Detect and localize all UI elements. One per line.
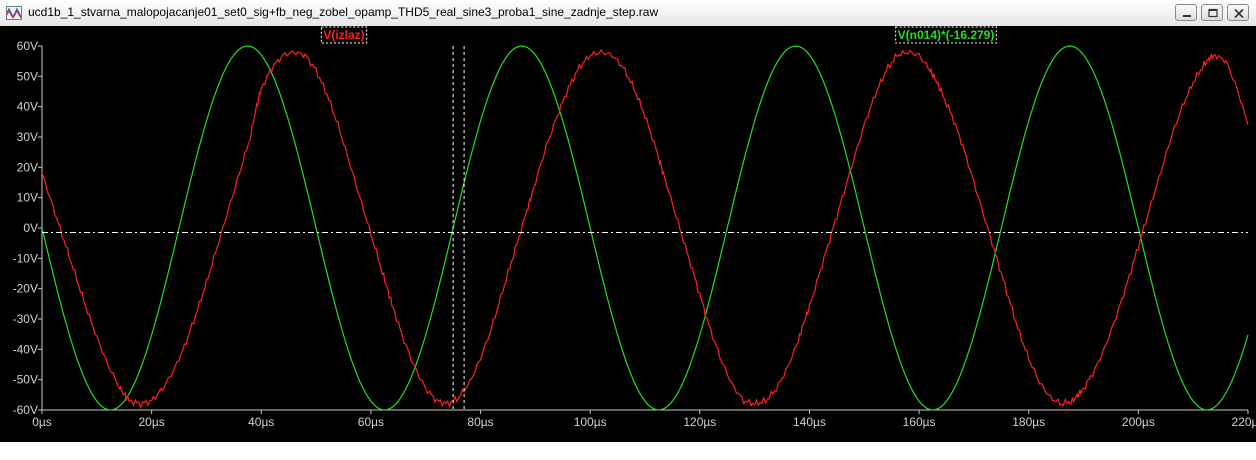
x-tick-label: 100µs	[574, 415, 607, 429]
x-tick-label: 40µs	[248, 415, 274, 429]
y-tick-label: -30V	[13, 312, 38, 326]
title-bar[interactable]: ucd1b_1_stvarna_malopojacanje01_set0_sig…	[0, 0, 1256, 27]
x-tick-label: 200µs	[1122, 415, 1155, 429]
trace-label-green[interactable]: V(n014)*(-16.279)	[898, 28, 995, 42]
waveform-icon	[6, 6, 22, 20]
minimize-button[interactable]	[1175, 4, 1197, 21]
y-tick-label: 40V	[17, 100, 38, 114]
x-tick-label: 220µs	[1232, 415, 1256, 429]
close-icon	[1234, 8, 1244, 19]
trace-label-group[interactable]: V(izlaz) V(n014)*(-16.279)	[320, 26, 997, 44]
plot-pane[interactable]: 60V 50V 40V 30V 20V 10V 0V -10V -20V -30V -40V -50V…	[0, 26, 1256, 442]
y-tick-label: -40V	[13, 342, 38, 356]
x-tick-label: 120µs	[683, 415, 716, 429]
traces-group	[41, 45, 1249, 411]
y-tick-label: -10V	[13, 251, 38, 265]
y-tick-label: 20V	[17, 160, 38, 174]
y-tick-label: 10V	[17, 191, 38, 205]
x-tick-label: 80µs	[467, 415, 493, 429]
status-strip	[0, 442, 1256, 460]
y-tick-label: 0V	[23, 221, 38, 235]
y-tick-label: -20V	[13, 282, 38, 296]
x-tick-label: 180µs	[1012, 415, 1045, 429]
maximize-icon	[1208, 8, 1218, 18]
x-tick-label: 20µs	[139, 415, 165, 429]
maximize-button[interactable]	[1201, 4, 1223, 21]
minimize-icon	[1183, 15, 1191, 17]
y-tick-label: 50V	[17, 69, 38, 83]
window-title: ucd1b_1_stvarna_malopojacanje01_set0_sig…	[28, 5, 659, 19]
close-button[interactable]	[1227, 4, 1249, 21]
axis-group: 60V 50V 40V 30V 20V 10V 0V -10V -20V -30V -40V -50V…	[13, 39, 1256, 429]
waveform-viewer-window: ucd1b_1_stvarna_malopojacanje01_set0_sig…	[0, 0, 1256, 460]
x-tick-label: 60µs	[358, 415, 384, 429]
y-tick-label: -50V	[13, 373, 38, 387]
trace-label-red[interactable]: V(izlaz)	[323, 28, 364, 42]
y-tick-label: 60V	[17, 39, 38, 53]
x-tick-label: 160µs	[903, 415, 936, 429]
y-tick-label: 30V	[17, 130, 38, 144]
x-tick-label: 0µs	[32, 415, 52, 429]
trace-red-line[interactable]	[41, 48, 1249, 410]
x-tick-label: 140µs	[793, 415, 826, 429]
waveform-plot[interactable]: 60V 50V 40V 30V 20V 10V 0V -10V -20V -30V -40V -50V…	[0, 26, 1256, 442]
